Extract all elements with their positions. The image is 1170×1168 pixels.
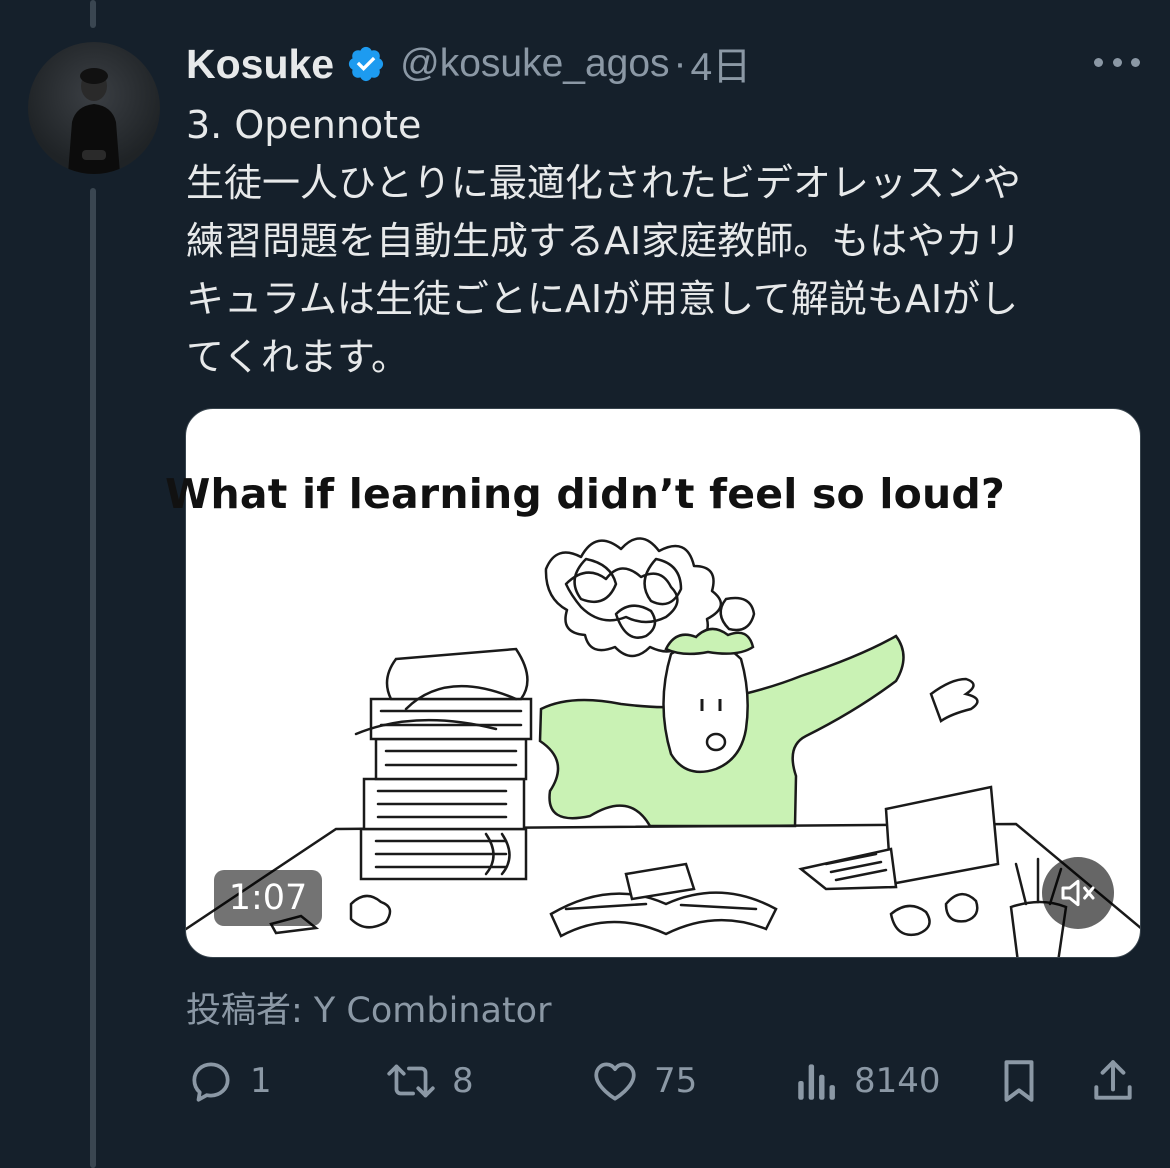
video-headline: What if learning didn’t feel so loud? bbox=[165, 470, 1005, 518]
tweet-text: 3. Opennote 生徒一人ひとりに最適化されたビデオレッスンや 練習問題を… bbox=[186, 96, 1136, 386]
avatar[interactable] bbox=[28, 42, 160, 174]
more-icon[interactable] bbox=[1094, 52, 1140, 72]
thread-line-top bbox=[90, 0, 96, 28]
tweet-text-line: 3. Opennote bbox=[186, 103, 422, 147]
reply-count: 1 bbox=[250, 1061, 272, 1101]
verified-badge-icon bbox=[349, 46, 384, 82]
like-count: 75 bbox=[654, 1061, 698, 1101]
reply-button[interactable]: 1 bbox=[186, 1050, 272, 1112]
author-handle[interactable]: @kosuke_agos bbox=[400, 42, 669, 86]
repost-button[interactable]: 8 bbox=[384, 1050, 474, 1112]
share-icon bbox=[1094, 1060, 1132, 1100]
views-count: 8140 bbox=[854, 1061, 941, 1101]
repost-icon bbox=[387, 1064, 435, 1098]
video-duration: 1:07 bbox=[214, 870, 322, 926]
video-attribution[interactable]: 投稿者: Y Combinator bbox=[186, 982, 551, 1033]
tweet-text-line: 練習問題を自動生成するAI家庭教師。もはやカリ bbox=[186, 219, 1022, 263]
tweet-text-line: キュラムは生徒ごとにAIが用意して解説もAIがし bbox=[186, 277, 1019, 321]
separator-dot: · bbox=[673, 42, 687, 85]
thread-line bbox=[90, 188, 96, 1168]
bookmark-icon bbox=[1004, 1060, 1034, 1102]
reply-icon bbox=[192, 1062, 230, 1102]
author-name[interactable]: Kosuke bbox=[186, 41, 334, 88]
like-button[interactable]: 75 bbox=[590, 1050, 697, 1112]
bookmark-button[interactable] bbox=[996, 1050, 1042, 1112]
tweet-text-line: てくれます。 bbox=[186, 335, 410, 379]
mute-icon bbox=[1061, 879, 1095, 907]
timestamp[interactable]: 4日 bbox=[691, 36, 752, 92]
action-bar: 1 8 75 8140 bbox=[0, 1050, 1170, 1112]
repost-count: 8 bbox=[452, 1061, 474, 1101]
tweet-text-line: 生徒一人ひとりに最適化されたビデオレッスンや bbox=[186, 161, 1021, 205]
share-button[interactable] bbox=[1088, 1050, 1138, 1112]
like-icon bbox=[594, 1062, 636, 1101]
tweet-header: Kosuke @kosuke_agos · 4日 bbox=[186, 36, 751, 92]
views-button[interactable]: 8140 bbox=[794, 1050, 941, 1112]
mute-button[interactable] bbox=[1042, 857, 1114, 929]
views-icon bbox=[798, 1064, 835, 1100]
